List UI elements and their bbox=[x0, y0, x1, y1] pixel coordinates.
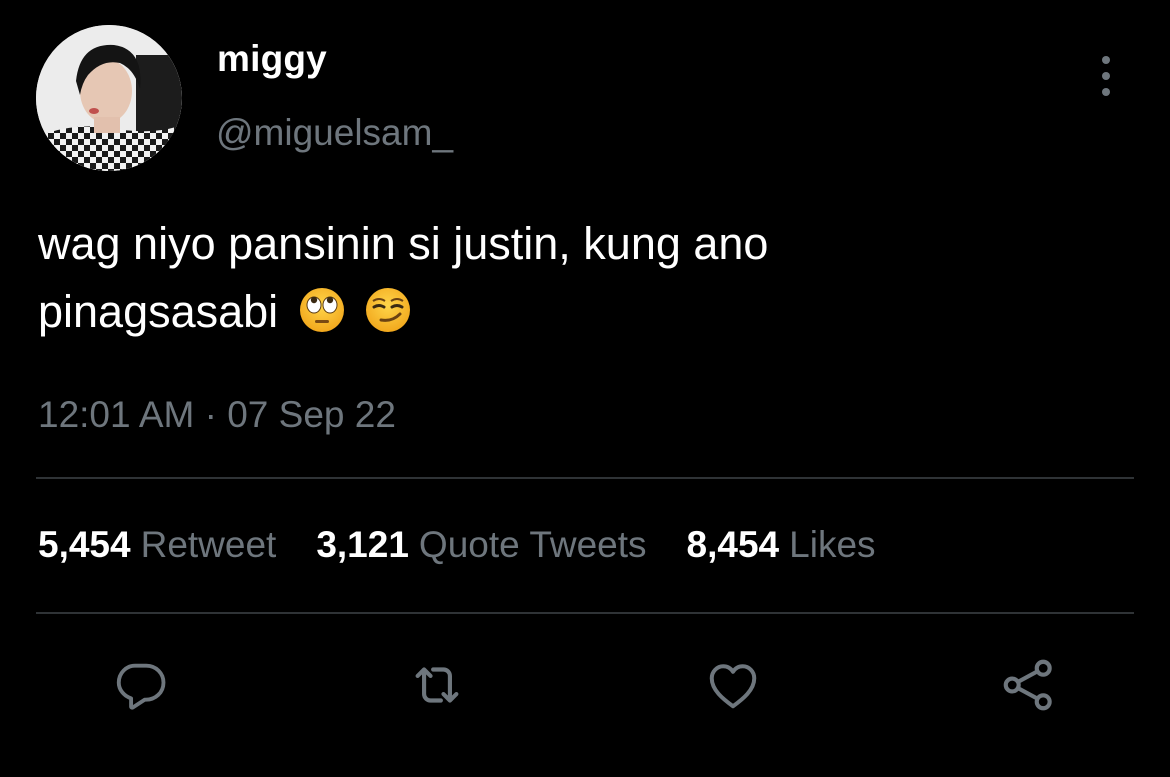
stat-label: Retweet bbox=[140, 524, 277, 565]
stat-label: Quote Tweets bbox=[418, 524, 647, 565]
more-dot-icon bbox=[1102, 72, 1110, 80]
reply-button[interactable] bbox=[110, 654, 172, 716]
stat-count: 5,454 bbox=[38, 524, 131, 565]
retweet-button[interactable] bbox=[406, 654, 468, 716]
tweet-text-line: wag niyo pansinin si justin, kung ano bbox=[38, 218, 769, 269]
avatar[interactable] bbox=[36, 25, 182, 171]
smirking-face-emoji-icon bbox=[366, 288, 411, 332]
divider bbox=[36, 612, 1134, 614]
retweet-icon bbox=[415, 667, 459, 703]
tweet-timestamp[interactable]: 12:01 AM · 07 Sep 22 bbox=[38, 394, 396, 436]
engagement-stats: 5,454 Retweet 3,121 Quote Tweets 8,454 Like… bbox=[38, 524, 916, 566]
stat-label: Likes bbox=[789, 524, 876, 565]
share-icon bbox=[1003, 659, 1052, 711]
share-button[interactable] bbox=[998, 654, 1060, 716]
more-dot-icon bbox=[1102, 88, 1110, 96]
retweet-count[interactable]: 5,454 Retweet bbox=[38, 524, 276, 566]
face-with-rolling-eyes-emoji-icon bbox=[299, 288, 344, 332]
reply-icon bbox=[116, 663, 166, 710]
tweet-text: wag niyo pansinin si justin, kung ano pi… bbox=[38, 210, 1118, 346]
more-options-button[interactable] bbox=[1088, 54, 1124, 98]
like-icon bbox=[709, 664, 757, 709]
profile-photo bbox=[36, 25, 182, 171]
quote-tweets-count[interactable]: 3,121 Quote Tweets bbox=[316, 524, 646, 566]
tweet-text-line: pinagsasabi bbox=[38, 286, 279, 337]
tweet-text-line-2: pinagsasabi bbox=[38, 278, 1118, 346]
stat-count: 3,121 bbox=[316, 524, 409, 565]
more-dot-icon bbox=[1102, 56, 1110, 64]
stat-count: 8,454 bbox=[686, 524, 780, 565]
like-button[interactable] bbox=[702, 654, 764, 716]
divider bbox=[36, 477, 1134, 479]
user-handle[interactable]: @miguelsam_ bbox=[216, 112, 453, 154]
likes-count[interactable]: 8,454 Likes bbox=[687, 524, 876, 566]
display-name[interactable]: miggy bbox=[217, 38, 327, 80]
